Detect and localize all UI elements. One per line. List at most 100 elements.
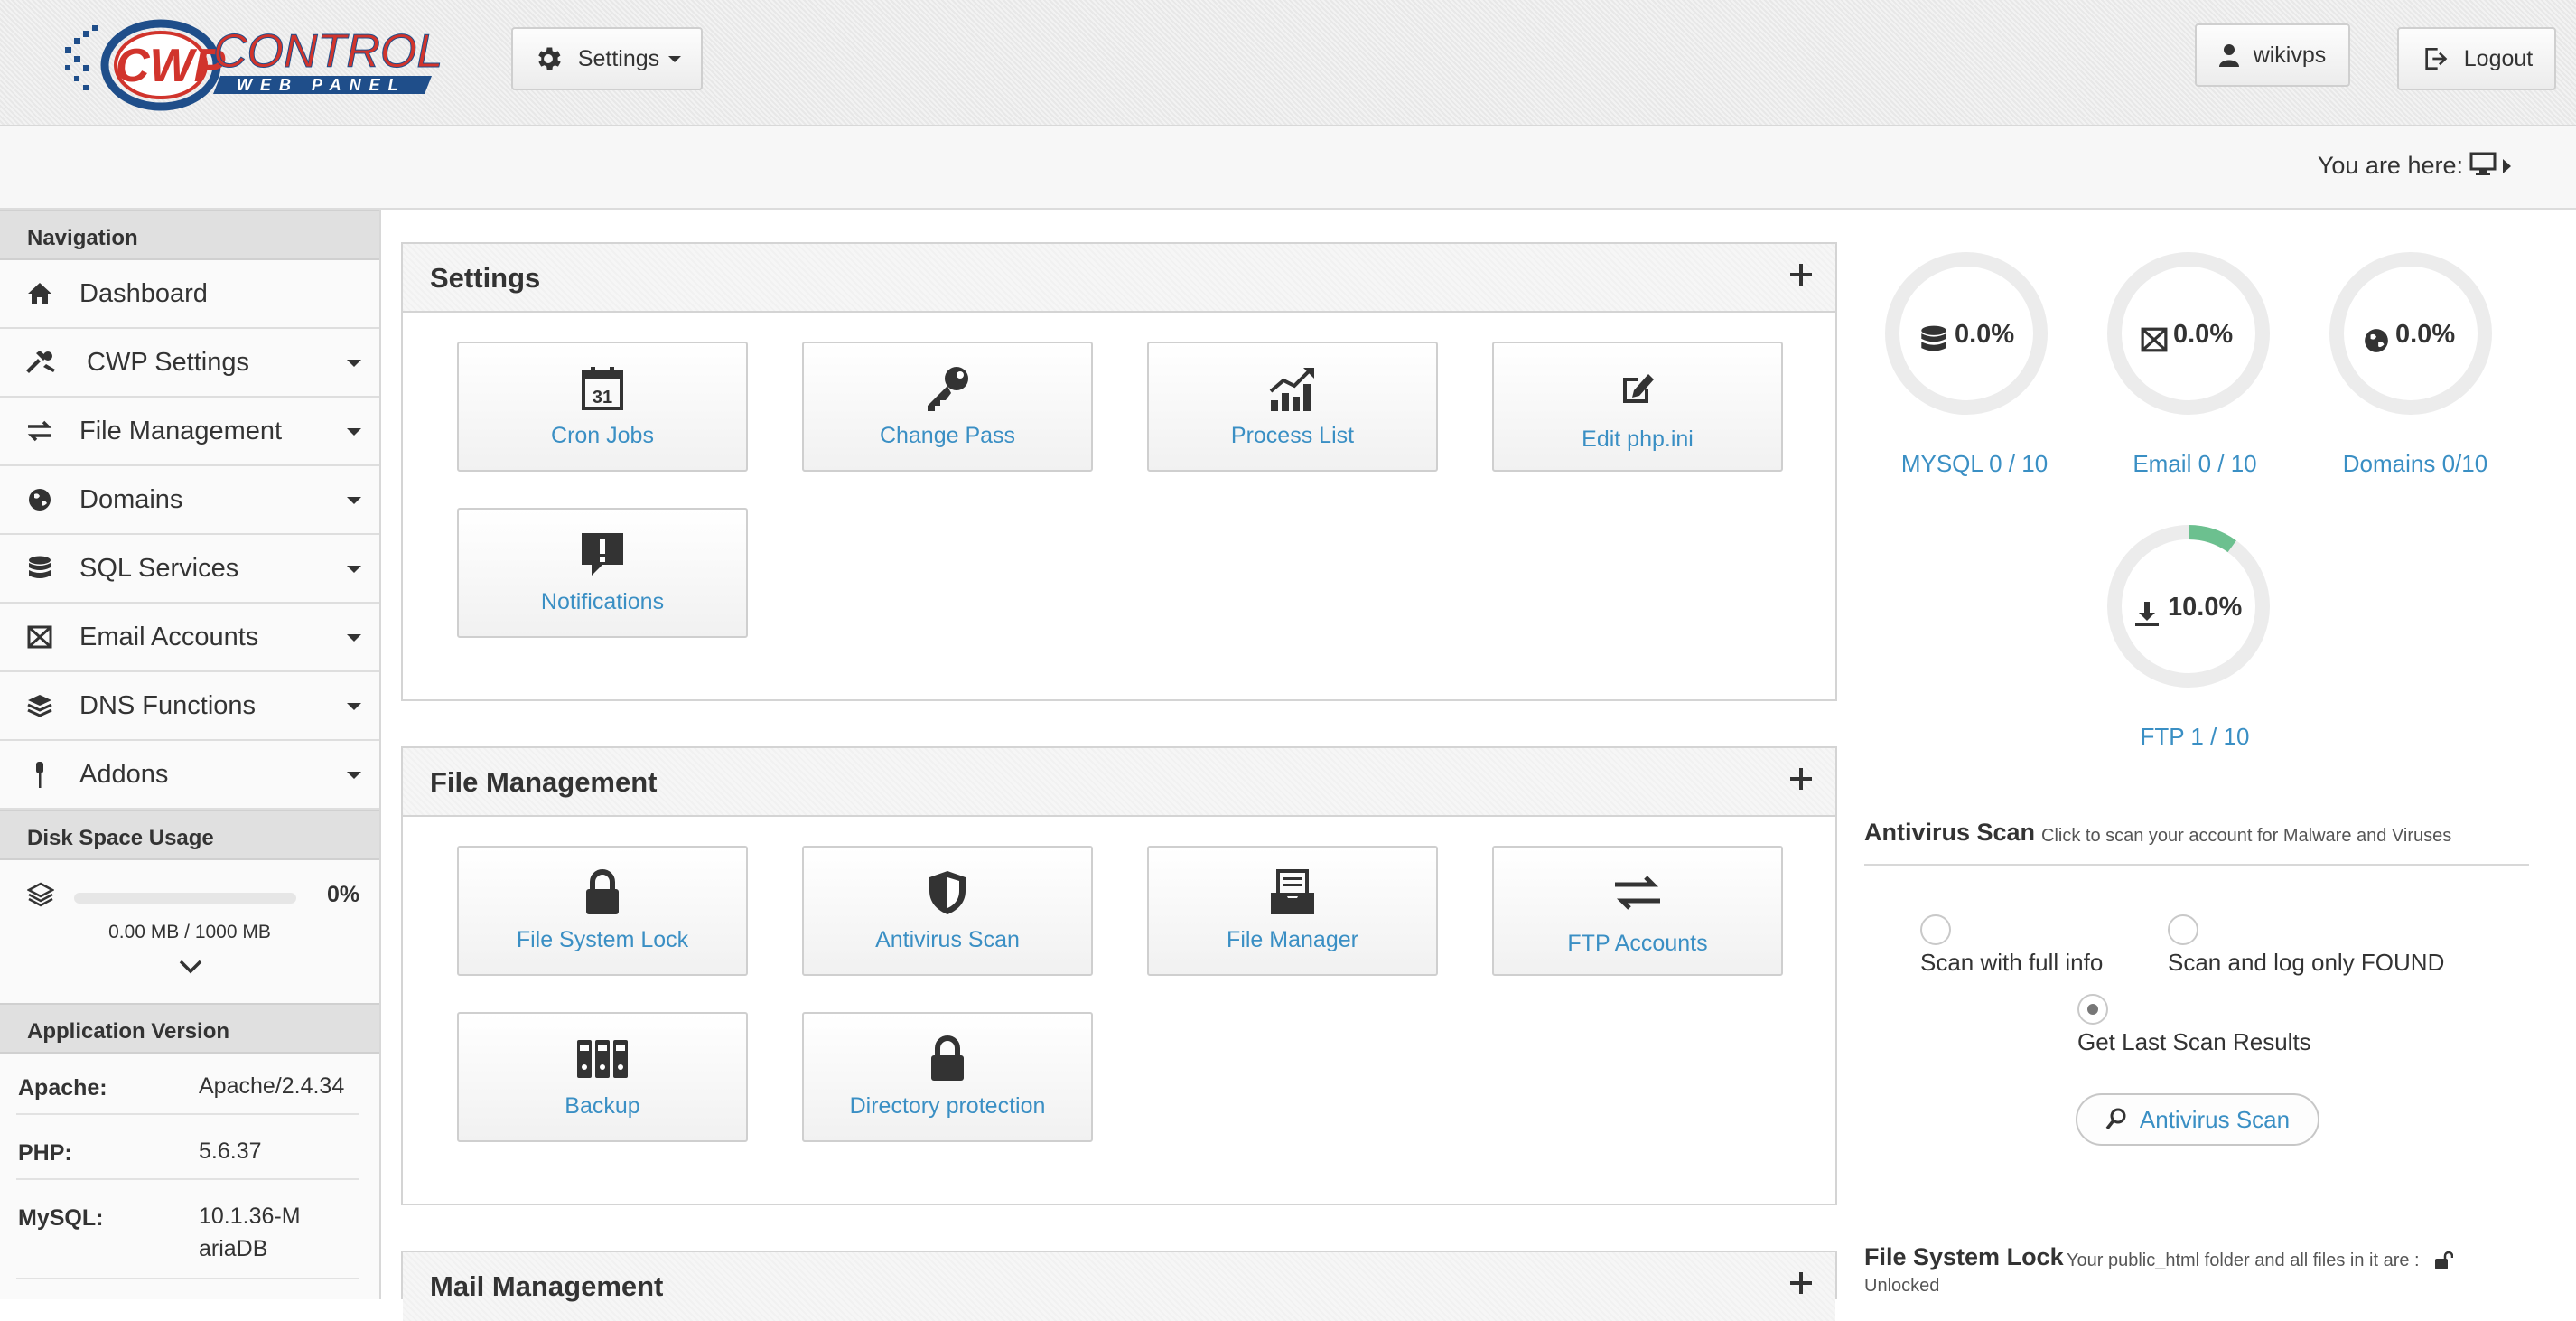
exchange-icon xyxy=(0,420,79,442)
settings-panel-heading: Settings xyxy=(403,244,1835,313)
version-key: PHP: xyxy=(18,1140,72,1166)
key-icon xyxy=(804,361,1091,416)
chevron-down-icon xyxy=(347,772,361,779)
expand-icon[interactable] xyxy=(1790,1272,1812,1294)
tile-edit-php-ini[interactable]: Edit php.ini xyxy=(1492,342,1783,472)
sidebar-item-email-accounts[interactable]: Email Accounts xyxy=(0,604,379,672)
mail-management-panel-heading: Mail Management xyxy=(403,1252,1835,1321)
monitor-icon[interactable] xyxy=(2469,152,2497,180)
envelope-icon xyxy=(2141,327,2168,357)
tools-icon xyxy=(0,351,79,374)
cwp-logo[interactable]: CWP CONTROL WEB PANEL xyxy=(60,11,448,112)
usage-value: 10.0% xyxy=(2168,593,2243,622)
logout-icon xyxy=(2425,48,2448,70)
chevron-down-icon xyxy=(668,55,682,62)
chart-icon xyxy=(1149,361,1436,416)
usage-value: 0.0% xyxy=(1955,320,2015,349)
tile-file-manager[interactable]: File Manager xyxy=(1147,846,1438,976)
usage-label[interactable]: Domains 0/10 xyxy=(2298,450,2533,478)
chevron-down-icon xyxy=(347,566,361,573)
tile-label: FTP Accounts xyxy=(1567,931,1708,956)
logout-button[interactable]: Logout xyxy=(2397,27,2556,90)
disk-usage-amount: 0.00 MB / 1000 MB xyxy=(108,922,271,942)
mail-management-panel: Mail Management xyxy=(401,1251,1837,1321)
globe-icon xyxy=(2363,327,2390,359)
tile-label: Edit php.ini xyxy=(1582,426,1694,452)
tile-antivirus-scan[interactable]: Antivirus Scan xyxy=(802,846,1093,976)
gear-icon xyxy=(538,47,561,70)
lock-icon xyxy=(804,1032,1091,1086)
sidebar-item-addons[interactable]: Addons xyxy=(0,741,379,810)
chevron-down-icon xyxy=(347,497,361,504)
sidebar-item-domains[interactable]: Domains xyxy=(0,466,379,535)
radio-last-scan-results[interactable] xyxy=(2077,994,2108,1025)
expand-icon[interactable] xyxy=(1790,768,1812,790)
lock-icon xyxy=(459,866,746,920)
usage-label[interactable]: MYSQL 0 / 10 xyxy=(1857,450,2092,478)
settings-dropdown-button[interactable]: Settings xyxy=(511,27,703,90)
radio-label: Scan and log only FOUND xyxy=(2168,949,2445,976)
breadcrumb-label: You are here: xyxy=(2317,152,2463,179)
radio-scan-full-info[interactable] xyxy=(1920,914,1951,945)
tile-change-pass[interactable]: Change Pass xyxy=(802,342,1093,472)
envelope-icon xyxy=(0,625,79,649)
sidebar-item-sql-services[interactable]: SQL Services xyxy=(0,535,379,604)
antivirus-scan-button[interactable]: Antivirus Scan xyxy=(2076,1093,2319,1146)
tile-process-list[interactable]: Process List xyxy=(1147,342,1438,472)
globe-icon xyxy=(0,487,79,512)
antivirus-subtitle: Click to scan your account for Malware a… xyxy=(2041,826,2452,846)
tile-notifications[interactable]: Notifications xyxy=(457,508,748,638)
version-value: 5.6.37 xyxy=(199,1138,262,1164)
version-row-apache: Apache: Apache/2.4.34 xyxy=(16,1061,359,1115)
database-icon xyxy=(0,556,79,581)
sidebar-item-dns-functions[interactable]: DNS Functions xyxy=(0,672,379,741)
user-button[interactable]: wikivps xyxy=(2195,23,2350,87)
tile-cron-jobs[interactable]: 31 Cron Jobs xyxy=(457,342,748,472)
unlock-icon[interactable] xyxy=(2433,1251,2454,1275)
top-header: CWP CONTROL WEB PANEL Settings wikivps L… xyxy=(0,0,2576,126)
usage-label[interactable]: Email 0 / 10 xyxy=(2077,450,2312,478)
sidebar-item-file-management[interactable]: File Management xyxy=(0,398,379,466)
svg-text:WEB PANEL: WEB PANEL xyxy=(237,76,406,94)
antivirus-scan-label: Antivirus Scan xyxy=(2139,1105,2291,1133)
sidebar-item-label: Email Accounts xyxy=(79,622,259,651)
antivirus-title: Antivirus Scan xyxy=(1864,819,2036,846)
divider xyxy=(1864,864,2529,866)
sidebar-item-label: CWP Settings xyxy=(87,347,249,377)
chevron-down-icon[interactable] xyxy=(179,960,202,979)
chevron-down-icon xyxy=(347,360,361,367)
svg-text:CWP: CWP xyxy=(116,40,226,92)
layers-icon xyxy=(26,882,55,912)
settings-label: Settings xyxy=(577,45,660,71)
database-icon xyxy=(1920,325,1947,359)
tile-label: Notifications xyxy=(540,589,665,614)
version-key: Apache: xyxy=(18,1075,107,1101)
sidebar-item-cwp-settings[interactable]: CWP Settings xyxy=(0,329,379,398)
tile-directory-protection[interactable]: Directory protection xyxy=(802,1012,1093,1142)
chevron-down-icon xyxy=(347,703,361,710)
file-system-lock-title: File System Lock xyxy=(1864,1243,2064,1270)
disk-usage-percent: 0% xyxy=(327,882,360,907)
expand-icon[interactable] xyxy=(1790,264,1812,286)
svg-text:CONTROL: CONTROL xyxy=(213,25,443,78)
svg-text:31: 31 xyxy=(593,388,612,408)
tile-ftp-accounts[interactable]: FTP Accounts xyxy=(1492,846,1783,976)
file-system-lock-status: Unlocked xyxy=(1864,1276,1940,1296)
notification-icon xyxy=(459,528,746,582)
edit-icon xyxy=(1494,361,1781,416)
tile-label: File System Lock xyxy=(516,927,689,952)
tile-backup[interactable]: Backup xyxy=(457,1012,748,1142)
panel-title: File Management xyxy=(430,766,658,798)
tile-label: Backup xyxy=(565,1093,640,1119)
breadcrumb-caret-icon xyxy=(2503,159,2511,173)
tile-file-system-lock[interactable]: File System Lock xyxy=(457,846,748,976)
sidebar-item-dashboard[interactable]: Dashboard xyxy=(0,260,379,329)
download-icon xyxy=(2133,600,2161,632)
usage-label[interactable]: FTP 1 / 10 xyxy=(2077,723,2312,751)
cwp-logo-graphic: CWP CONTROL WEB PANEL xyxy=(65,19,443,111)
application-version-heading: Application Version xyxy=(0,1003,379,1054)
sidebar-item-label: File Management xyxy=(79,416,283,445)
chevron-down-icon xyxy=(347,634,361,642)
radio-scan-log-found[interactable] xyxy=(2168,914,2198,945)
version-value: Apache/2.4.34 xyxy=(199,1073,345,1099)
